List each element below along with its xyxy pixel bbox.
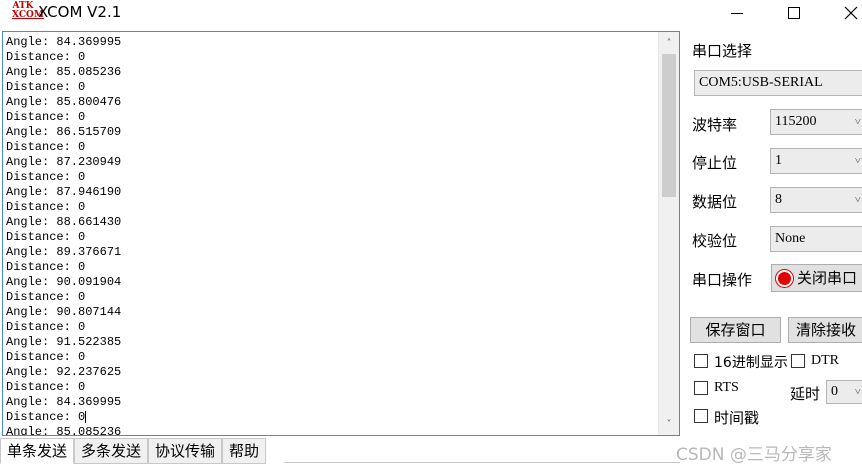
receive-line: Distance: 0	[6, 80, 86, 94]
databits-value: 8	[775, 192, 782, 207]
chevron-down-icon: ˅	[854, 116, 861, 128]
timestamp-checkbox[interactable]	[694, 409, 708, 423]
baud-select[interactable]: 115200 ˅	[770, 109, 862, 135]
receive-line: Angle: 90.091904	[6, 275, 122, 289]
dtr-checkbox[interactable]	[791, 354, 805, 368]
stopbits-value: 1	[775, 153, 782, 168]
receive-textarea[interactable]: Angle: 84.369995 Distance: 0 Angle: 85.085…	[2, 31, 680, 436]
receive-line: Distance: 0	[6, 260, 86, 274]
stopbits-select[interactable]: 1 ˅	[770, 148, 862, 174]
receive-line: Angle: 87.230949	[6, 155, 122, 169]
receive-line: Angle: 89.376671	[6, 245, 122, 259]
text-caret	[85, 410, 87, 423]
maximize-icon	[788, 7, 800, 19]
databits-select[interactable]: 8 ˅	[770, 187, 862, 213]
receive-line: Distance: 0	[6, 170, 86, 184]
rts-checkbox[interactable]	[694, 381, 708, 395]
clear-receive-button[interactable]: 清除接收	[788, 317, 862, 343]
receive-line: Angle: 91.522385	[6, 335, 122, 349]
window-title: XCOM V2.1	[38, 3, 122, 21]
tab-multi-send[interactable]: 多条发送	[74, 438, 149, 464]
delay-select[interactable]: 0 ˅	[826, 380, 862, 404]
settings-panel: 串口选择 COM5:USB-SERIAL 波特率 115200 ˅ 停止位 1 …	[684, 28, 862, 468]
parity-label: 校验位	[692, 232, 738, 250]
receive-line: Angle: 84.369995	[6, 35, 122, 49]
close-button[interactable]	[828, 0, 862, 26]
hex-display-label: 16进制显示	[714, 355, 788, 371]
app-logo-icon: ATK XCOM	[12, 2, 44, 22]
databits-label: 数据位	[692, 193, 738, 211]
receive-scrollbar[interactable]: ˄ ˅	[658, 32, 679, 435]
receive-line: Angle: 87.946190	[6, 185, 122, 199]
receive-line: Angle: 85.085236	[6, 65, 122, 79]
parity-value: None	[775, 231, 806, 246]
tab-protocol[interactable]: 协议传输	[148, 438, 223, 464]
watermark-text: CSDN @三马分享家	[676, 445, 832, 465]
receive-line: Angle: 90.807144	[6, 305, 122, 319]
port-operate-label: 串口操作	[692, 271, 753, 289]
receive-line: Angle: 84.369995	[6, 395, 122, 409]
receive-text: Angle: 84.369995 Distance: 0 Angle: 85.085…	[6, 35, 658, 436]
receive-line: Distance: 0	[6, 230, 86, 244]
port-select[interactable]: COM5:USB-SERIAL	[694, 70, 862, 96]
baud-value: 115200	[775, 114, 817, 129]
receive-line: Angle: 86.515709	[6, 125, 122, 139]
tab-help[interactable]: 帮助	[222, 438, 267, 464]
receive-line: Distance: 0	[6, 200, 86, 214]
hex-display-checkbox[interactable]	[694, 354, 708, 368]
receive-line: Distance: 0	[6, 320, 86, 334]
send-tabs: 单条发送 多条发送 协议传输 帮助	[0, 438, 267, 464]
receive-line: Angle: 92.237625	[6, 365, 122, 379]
minimize-button[interactable]	[714, 0, 760, 26]
receive-line: Angle: 85.085236	[6, 425, 122, 436]
timestamp-label: 时间戳	[714, 409, 760, 427]
receive-line: Distance: 0	[6, 140, 86, 154]
receive-line: Distance: 0	[6, 410, 87, 424]
chevron-down-icon: ˅	[854, 386, 861, 398]
close-port-label: 关闭串口	[797, 269, 858, 287]
delay-value: 0	[831, 384, 838, 399]
chevron-down-icon: ˅	[854, 155, 861, 167]
logo-bottom-text: XCOM	[12, 10, 44, 20]
scroll-down-arrow-icon[interactable]: ˅	[659, 415, 679, 433]
maximize-button[interactable]	[771, 0, 817, 26]
scroll-up-arrow-icon[interactable]: ˄	[659, 34, 679, 52]
minimize-icon	[731, 12, 743, 14]
receive-line: Distance: 0	[6, 350, 86, 364]
rts-label: RTS	[714, 380, 739, 395]
port-status-led-icon	[778, 272, 791, 285]
receive-line: Angle: 85.800476	[6, 95, 122, 109]
close-port-button[interactable]: 关闭串口	[771, 264, 862, 292]
save-window-button[interactable]: 保存窗口	[690, 317, 781, 343]
receive-line: Angle: 88.661430	[6, 215, 122, 229]
receive-line: Distance: 0	[6, 50, 86, 64]
tabs-divider	[284, 462, 680, 463]
delay-label: 延时	[790, 385, 821, 403]
receive-line: Distance: 0	[6, 290, 86, 304]
title-bar: ATK XCOM XCOM V2.1	[0, 0, 862, 26]
parity-select[interactable]: None	[770, 226, 862, 252]
stopbits-label: 停止位	[692, 154, 738, 172]
port-select-label: 串口选择	[692, 42, 753, 60]
close-icon	[844, 6, 858, 20]
dtr-label: DTR	[811, 353, 839, 368]
receive-line: Distance: 0	[6, 110, 86, 124]
baud-label: 波特率	[692, 116, 738, 134]
scrollbar-thumb[interactable]	[662, 54, 676, 197]
receive-line: Distance: 0	[6, 380, 86, 394]
chevron-down-icon: ˅	[854, 194, 861, 206]
port-select-value: COM5:USB-SERIAL	[699, 75, 823, 90]
tab-single-send[interactable]: 单条发送	[0, 438, 75, 464]
